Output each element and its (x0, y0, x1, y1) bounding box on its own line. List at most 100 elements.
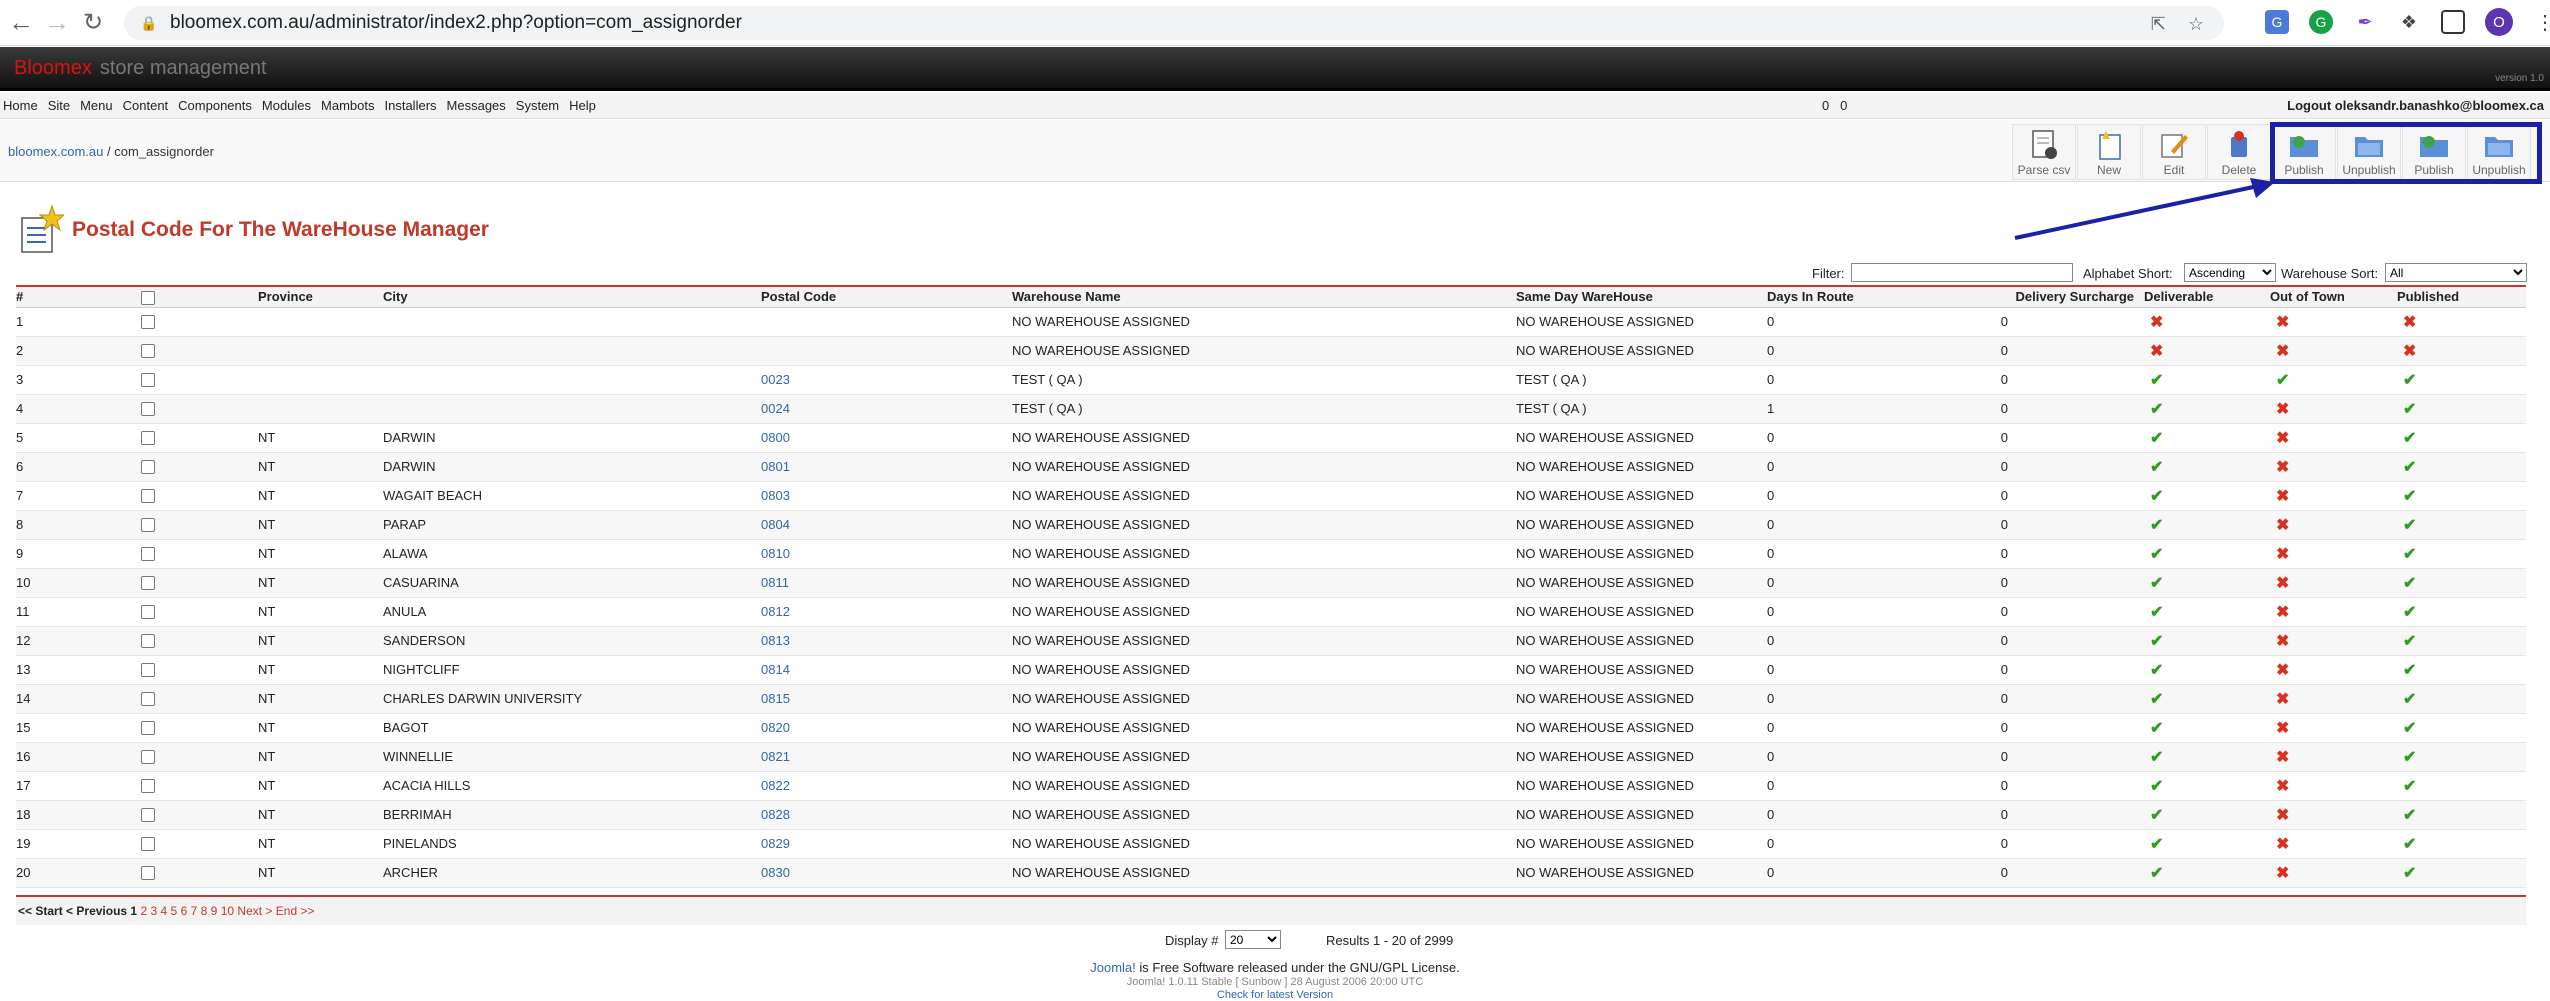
postal-code-link[interactable]: 0810 (761, 546, 790, 561)
check-icon[interactable]: ✔ (2403, 604, 2416, 621)
row-checkbox[interactable] (141, 837, 155, 852)
row-outoftown: ✖ (2270, 684, 2397, 714)
check-icon[interactable]: ✔ (2403, 430, 2416, 447)
check-icon[interactable]: ✔ (2403, 459, 2416, 476)
row-checkbox[interactable] (141, 779, 155, 794)
select-all-checkbox[interactable] (141, 290, 155, 305)
pager-page-link[interactable]: 4 (161, 904, 168, 918)
check-icon[interactable]: ✔ (2403, 372, 2416, 389)
postal-code-link[interactable]: 0830 (761, 865, 790, 880)
row-checkbox[interactable] (141, 315, 155, 330)
pager-page-link[interactable]: 10 (221, 904, 234, 918)
row-checkbox[interactable] (141, 750, 155, 765)
table-row: 15 NT BAGOT 0820 NO WAREHOUSE ASSIGNED NO WAR… (16, 713, 2526, 743)
row-num: 17 (16, 771, 141, 801)
check-icon: ✔ (2150, 661, 2164, 679)
row-checkbox[interactable] (141, 547, 155, 562)
check-icon[interactable]: ✔ (2403, 575, 2416, 592)
pager-end[interactable]: End >> (276, 904, 315, 918)
postal-code-link[interactable]: 0023 (761, 372, 790, 387)
postal-code-link[interactable]: 0800 (761, 430, 790, 445)
row-deliverable: ✔ (2144, 365, 2270, 395)
table-header-row: # Province City Postal Code Warehouse Na… (16, 287, 2526, 308)
table-row: 1 NO WAREHOUSE ASSIGNED NO WAREHOUSE ASSIG… (16, 307, 2526, 337)
postal-code-link[interactable]: 0828 (761, 807, 790, 822)
pager-page-link[interactable]: 5 (171, 904, 178, 918)
row-city: PARAP (383, 510, 761, 540)
row-checkbox[interactable] (141, 663, 155, 678)
row-checkbox[interactable] (141, 431, 155, 446)
row-postal-code: 0811 (761, 568, 1012, 598)
postal-code-link[interactable]: 0813 (761, 633, 790, 648)
row-outoftown: ✖ (2270, 713, 2397, 743)
row-checkbox[interactable] (141, 489, 155, 504)
postal-code-link[interactable]: 0822 (761, 778, 790, 793)
postal-code-link[interactable]: 0811 (761, 575, 789, 590)
row-delivery-surcharge: 0 (1965, 800, 2018, 830)
pager-page-link[interactable]: 6 (181, 904, 188, 918)
row-checkbox[interactable] (141, 373, 155, 388)
pager-page-link[interactable]: 7 (191, 904, 198, 918)
alphabet-sort-select[interactable]: Ascending (2184, 263, 2276, 282)
row-checkbox[interactable] (141, 402, 155, 417)
row-same-day-warehouse: NO WAREHOUSE ASSIGNED (1516, 539, 1767, 569)
postal-code-link[interactable]: 0024 (761, 401, 790, 416)
row-days-in-route: 0 (1767, 539, 1965, 569)
check-icon: ✔ (2150, 429, 2164, 447)
check-icon[interactable]: ✔ (2403, 778, 2416, 795)
header-delivery-surcharge: Delivery Surcharge (1965, 287, 2144, 308)
postal-code-link[interactable]: 0821 (761, 749, 790, 764)
postal-code-link[interactable]: 0812 (761, 604, 790, 619)
filter-input[interactable] (1851, 263, 2073, 282)
pager-next[interactable]: Next > (237, 904, 272, 918)
row-num: 4 (16, 394, 141, 424)
row-delivery-surcharge: 0 (1965, 742, 2018, 772)
check-icon[interactable]: ✔ (2403, 488, 2416, 505)
joomla-link[interactable]: Joomla! (1090, 960, 1136, 975)
check-version-link[interactable]: Check for latest Version (0, 989, 2550, 1001)
row-checkbox[interactable] (141, 692, 155, 707)
row-checkbox[interactable] (141, 344, 155, 359)
row-checkbox[interactable] (141, 808, 155, 823)
postal-code-link[interactable]: 0803 (761, 488, 790, 503)
postal-code-link[interactable]: 0801 (761, 459, 790, 474)
row-select (141, 510, 258, 540)
check-icon[interactable]: ✔ (2403, 546, 2416, 563)
row-checkbox[interactable] (141, 721, 155, 736)
warehouse-sort-select[interactable]: All (2385, 263, 2527, 282)
check-icon[interactable]: ✔ (2403, 633, 2416, 650)
row-published: ✔ (2397, 800, 2526, 830)
pager-page-link[interactable]: 8 (201, 904, 208, 918)
pager-page-link[interactable]: 3 (150, 904, 157, 918)
check-icon[interactable]: ✔ (2403, 836, 2416, 853)
row-checkbox[interactable] (141, 518, 155, 533)
display-count-select[interactable]: 20 (1225, 930, 1281, 949)
postal-code-link[interactable]: 0829 (761, 836, 790, 851)
pager-page-link[interactable]: 9 (211, 904, 218, 918)
check-icon[interactable]: ✔ (2403, 691, 2416, 708)
postal-code-link[interactable]: 0804 (761, 517, 790, 532)
row-same-day-warehouse: NO WAREHOUSE ASSIGNED (1516, 829, 1767, 859)
postal-code-link[interactable]: 0814 (761, 662, 790, 677)
row-checkbox[interactable] (141, 576, 155, 591)
header-same-day-warehouse: Same Day WareHouse (1516, 287, 1767, 308)
postal-code-link[interactable]: 0820 (761, 720, 790, 735)
table-row: 18 NT BERRIMAH 0828 NO WAREHOUSE ASSIGNED NO … (16, 800, 2526, 830)
check-icon[interactable]: ✔ (2403, 662, 2416, 679)
pager-page-link[interactable]: 2 (140, 904, 147, 918)
check-icon[interactable]: ✔ (2403, 807, 2416, 824)
check-icon[interactable]: ✔ (2403, 865, 2416, 882)
row-checkbox[interactable] (141, 605, 155, 620)
cross-icon[interactable]: ✖ (2403, 343, 2416, 360)
row-checkbox[interactable] (141, 460, 155, 475)
check-icon[interactable]: ✔ (2403, 720, 2416, 737)
cross-icon[interactable]: ✖ (2403, 314, 2416, 331)
row-spacer (2018, 626, 2144, 656)
check-icon[interactable]: ✔ (2403, 517, 2416, 534)
row-checkbox[interactable] (141, 634, 155, 649)
check-icon[interactable]: ✔ (2403, 401, 2416, 418)
row-city: ALAWA (383, 539, 761, 569)
postal-code-link[interactable]: 0815 (761, 691, 790, 706)
row-checkbox[interactable] (141, 866, 155, 881)
check-icon[interactable]: ✔ (2403, 749, 2416, 766)
